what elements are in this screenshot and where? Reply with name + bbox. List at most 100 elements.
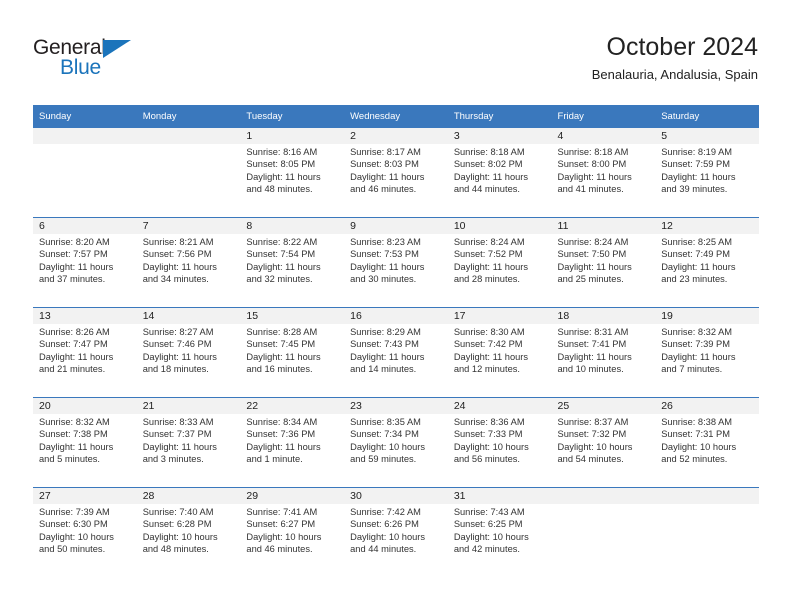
calendar-day-cell[interactable]: 8 Sunrise: 8:22 AM Sunset: 7:54 PM Daylight…: [240, 217, 345, 308]
day-detail-line: and 50 minutes.: [39, 543, 106, 554]
calendar-day-cell[interactable]: 4 Sunrise: 8:18 AM Sunset: 8:00 PM Daylight…: [551, 127, 656, 218]
day-number: 3: [447, 128, 552, 144]
day-detail-line: Daylight: 11 hours: [557, 171, 632, 182]
calendar-day-cell[interactable]: 18 Sunrise: 8:31 AM Sunset: 7:41 PM Dayligh…: [551, 307, 656, 398]
day-detail-lines: Sunrise: 8:34 AM Sunset: 7:36 PM Daylight:…: [240, 414, 344, 465]
day-cell-inner: 15 Sunrise: 8:28 AM Sunset: 7:45 PM Dayligh…: [240, 308, 345, 397]
calendar-day-cell[interactable]: 16 Sunrise: 8:29 AM Sunset: 7:43 PM Dayligh…: [344, 307, 448, 398]
day-detail-line: and 1 minute.: [246, 453, 303, 464]
calendar-day-cell[interactable]: 27 Sunrise: 7:39 AM Sunset: 6:30 PM Dayligh…: [33, 487, 137, 577]
day-detail-lines: Sunrise: 8:37 AM Sunset: 7:32 PM Daylight:…: [552, 414, 656, 465]
day-detail-lines: Sunrise: 8:35 AM Sunset: 7:34 PM Daylight:…: [344, 414, 448, 465]
day-detail-lines: Sunrise: 8:18 AM Sunset: 8:00 PM Daylight:…: [552, 144, 656, 195]
day-number: 12: [655, 218, 759, 234]
calendar-day-cell[interactable]: 29 Sunrise: 7:41 AM Sunset: 6:27 PM Dayligh…: [240, 487, 345, 577]
day-detail-line: Sunset: 7:57 PM: [39, 249, 108, 260]
page-subtitle: Benalauria, Andalusia, Spain: [591, 67, 758, 82]
day-detail-line: and 5 minutes.: [39, 453, 100, 464]
day-detail-line: Sunrise: 8:26 AM: [39, 327, 110, 337]
title-block: October 2024 Benalauria, Andalusia, Spai…: [592, 32, 758, 83]
day-detail-lines: Sunrise: 7:42 AM Sunset: 6:26 PM Daylight:…: [344, 504, 448, 555]
calendar-day-cell[interactable]: 11 Sunrise: 8:24 AM Sunset: 7:50 PM Dayligh…: [551, 217, 656, 308]
day-detail-line: Daylight: 11 hours: [350, 261, 425, 272]
day-number: 29: [240, 488, 345, 504]
day-detail-line: Sunrise: 8:21 AM: [142, 237, 214, 247]
day-detail-lines: Sunrise: 8:30 AM Sunset: 7:42 PM Daylight:…: [448, 324, 552, 375]
calendar-day-cell[interactable]: 14 Sunrise: 8:27 AM Sunset: 7:46 PM Dayligh…: [136, 307, 241, 398]
day-detail-line: and 44 minutes.: [453, 183, 520, 194]
day-detail-line: and 3 minutes.: [142, 453, 204, 464]
day-detail-line: Sunset: 7:42 PM: [453, 339, 523, 350]
day-detail-line: and 32 minutes.: [246, 273, 313, 284]
day-cell-inner: 5 Sunrise: 8:19 AM Sunset: 7:59 PM Daylight…: [655, 128, 759, 217]
calendar-day-cell[interactable]: 22 Sunrise: 8:34 AM Sunset: 7:36 PM Dayligh…: [240, 397, 345, 488]
day-detail-line: and 59 minutes.: [350, 453, 417, 464]
day-number: 15: [240, 308, 345, 324]
day-number: 28: [136, 488, 241, 504]
calendar-day-cell[interactable]: 21 Sunrise: 8:33 AM Sunset: 7:37 PM Dayligh…: [136, 397, 241, 488]
calendar-day-cell[interactable]: 20 Sunrise: 8:32 AM Sunset: 7:38 PM Dayligh…: [33, 397, 137, 488]
day-detail-line: Sunset: 6:28 PM: [142, 519, 212, 530]
day-number: 16: [344, 308, 448, 324]
day-detail-line: and 25 minutes.: [557, 273, 624, 284]
calendar-week-row: 20 Sunrise: 8:32 AM Sunset: 7:38 PM Dayligh…: [33, 397, 759, 488]
day-detail-line: and 41 minutes.: [557, 183, 624, 194]
day-number: 11: [551, 218, 656, 234]
calendar-day-cell[interactable]: 12 Sunrise: 8:25 AM Sunset: 7:49 PM Dayligh…: [655, 217, 759, 308]
day-detail-line: Daylight: 11 hours: [39, 351, 114, 362]
day-detail-lines: Sunrise: 8:17 AM Sunset: 8:03 PM Daylight:…: [344, 144, 448, 195]
day-detail-line: Sunset: 6:26 PM: [350, 519, 419, 530]
calendar-day-cell[interactable]: 25 Sunrise: 8:37 AM Sunset: 7:32 PM Dayligh…: [551, 397, 656, 488]
day-number: [655, 488, 759, 504]
day-number: [551, 488, 656, 504]
day-detail-line: and 14 minutes.: [350, 363, 417, 374]
day-detail-line: and 21 minutes.: [39, 363, 106, 374]
day-detail-line: Daylight: 11 hours: [246, 261, 321, 272]
calendar-day-cell[interactable]: 3 Sunrise: 8:18 AM Sunset: 8:02 PM Daylight…: [447, 127, 552, 218]
calendar-day-cell[interactable]: 2 Sunrise: 8:17 AM Sunset: 8:03 PM Daylight…: [344, 127, 448, 218]
calendar-day-cell[interactable]: 26 Sunrise: 8:38 AM Sunset: 7:31 PM Dayligh…: [655, 397, 759, 488]
calendar-day-cell[interactable]: 6 Sunrise: 8:20 AM Sunset: 7:57 PM Daylight…: [33, 217, 137, 308]
day-detail-line: and 46 minutes.: [246, 543, 313, 554]
day-detail-line: Sunrise: 8:28 AM: [246, 327, 318, 337]
day-detail-line: and 23 minutes.: [661, 273, 728, 284]
calendar-day-cell[interactable]: 9 Sunrise: 8:23 AM Sunset: 7:53 PM Daylight…: [344, 217, 448, 308]
day-number: 17: [447, 308, 552, 324]
calendar-day-cell[interactable]: 13 Sunrise: 8:26 AM Sunset: 7:47 PM Dayligh…: [33, 307, 137, 398]
day-detail-line: Sunset: 8:05 PM: [246, 159, 316, 170]
calendar-day-cell[interactable]: 10 Sunrise: 8:24 AM Sunset: 7:52 PM Dayligh…: [447, 217, 552, 308]
day-detail-line: Daylight: 11 hours: [557, 261, 632, 272]
day-number: 24: [447, 398, 552, 414]
calendar-day-cell[interactable]: 31 Sunrise: 7:43 AM Sunset: 6:25 PM Dayligh…: [447, 487, 552, 577]
day-detail-lines: Sunrise: 8:32 AM Sunset: 7:38 PM Daylight:…: [33, 414, 137, 465]
day-detail-line: Sunset: 8:03 PM: [350, 159, 419, 170]
day-detail-line: Daylight: 11 hours: [39, 441, 114, 452]
calendar-day-cell[interactable]: 17 Sunrise: 8:30 AM Sunset: 7:42 PM Dayligh…: [447, 307, 552, 398]
day-detail-line: Daylight: 10 hours: [557, 441, 633, 452]
day-detail-lines: Sunrise: 8:28 AM Sunset: 7:45 PM Daylight:…: [240, 324, 344, 375]
day-cell-inner: 7 Sunrise: 8:21 AM Sunset: 7:56 PM Daylight…: [136, 218, 241, 307]
day-cell-inner: [551, 488, 656, 577]
calendar-day-cell[interactable]: 24 Sunrise: 8:36 AM Sunset: 7:33 PM Dayligh…: [447, 397, 552, 488]
day-detail-lines: Sunrise: 8:27 AM Sunset: 7:46 PM Daylight:…: [137, 324, 241, 375]
day-detail-line: and 7 minutes.: [661, 363, 723, 374]
calendar-day-cell[interactable]: 1 Sunrise: 8:16 AM Sunset: 8:05 PM Daylight…: [240, 127, 345, 218]
day-cell-inner: 30 Sunrise: 7:42 AM Sunset: 6:26 PM Dayligh…: [344, 488, 448, 577]
calendar-week-row: 6 Sunrise: 8:20 AM Sunset: 7:57 PM Daylight…: [33, 217, 759, 308]
calendar-day-cell[interactable]: 30 Sunrise: 7:42 AM Sunset: 6:26 PM Dayligh…: [344, 487, 448, 577]
calendar-page: General Blue October 2024 Benalauria, An…: [0, 0, 792, 612]
day-detail-lines: Sunrise: 8:29 AM Sunset: 7:43 PM Daylight:…: [344, 324, 448, 375]
day-detail-line: Sunset: 6:25 PM: [453, 519, 523, 530]
day-cell-inner: 11 Sunrise: 8:24 AM Sunset: 7:50 PM Dayligh…: [551, 218, 656, 307]
calendar-week-row: 13 Sunrise: 8:26 AM Sunset: 7:47 PM Dayligh…: [33, 307, 759, 398]
day-detail-line: and 10 minutes.: [557, 363, 624, 374]
day-detail-line: and 44 minutes.: [350, 543, 417, 554]
calendar-day-cell[interactable]: 19 Sunrise: 8:32 AM Sunset: 7:39 PM Dayligh…: [655, 307, 759, 398]
calendar-day-cell[interactable]: 15 Sunrise: 8:28 AM Sunset: 7:45 PM Dayligh…: [240, 307, 345, 398]
day-detail-line: Sunset: 8:00 PM: [557, 159, 627, 170]
calendar-day-cell[interactable]: 7 Sunrise: 8:21 AM Sunset: 7:56 PM Daylight…: [136, 217, 241, 308]
calendar-day-cell[interactable]: 28 Sunrise: 7:40 AM Sunset: 6:28 PM Dayligh…: [136, 487, 241, 577]
day-detail-line: Sunrise: 8:37 AM: [557, 417, 629, 427]
calendar-day-cell[interactable]: 5 Sunrise: 8:19 AM Sunset: 7:59 PM Daylight…: [655, 127, 759, 218]
calendar-day-cell[interactable]: 23 Sunrise: 8:35 AM Sunset: 7:34 PM Dayligh…: [344, 397, 448, 488]
